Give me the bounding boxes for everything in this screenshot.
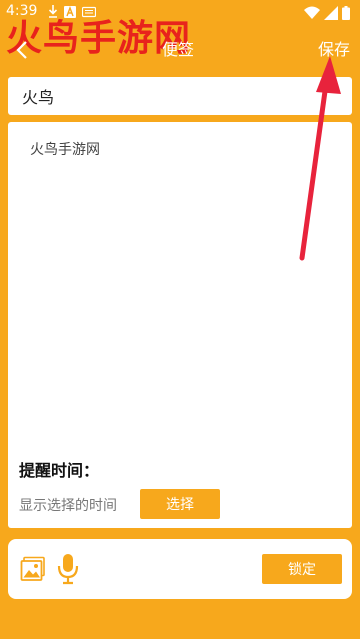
- bottom-toolbar: 锁定: [8, 539, 352, 599]
- image-icon[interactable]: [20, 556, 46, 582]
- microphone-icon[interactable]: [56, 553, 80, 585]
- wifi-icon: [304, 5, 320, 24]
- reminder-label: 提醒时间：: [19, 461, 100, 480]
- battery-icon: [342, 5, 350, 24]
- note-content-card[interactable]: 火鸟手游网 提醒时间： 显示选择的时间 选择: [8, 122, 352, 528]
- title-input[interactable]: [8, 77, 352, 115]
- note-content-text: 火鸟手游网: [30, 142, 100, 158]
- page-title: 便签: [162, 40, 195, 59]
- selected-time-text: 显示选择的时间: [19, 498, 117, 514]
- save-button[interactable]: 保存: [318, 36, 350, 60]
- select-time-button[interactable]: 选择: [140, 489, 220, 519]
- lock-button[interactable]: 锁定: [262, 554, 342, 584]
- signal-icon: [324, 5, 338, 24]
- back-arrow-icon[interactable]: [14, 40, 32, 60]
- status-indicators: [304, 5, 350, 24]
